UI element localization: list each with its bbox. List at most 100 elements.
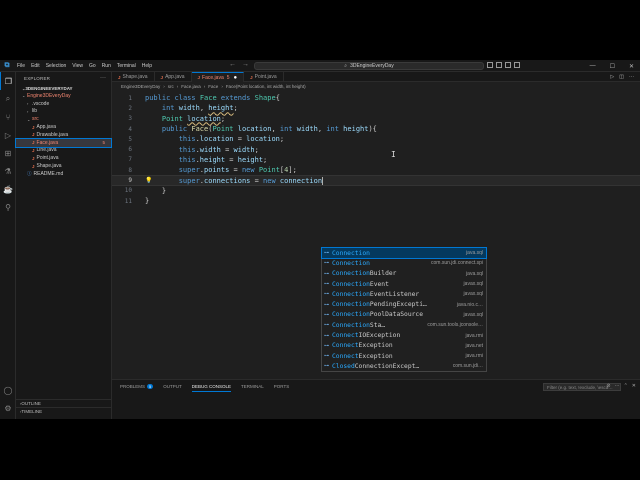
menu-view[interactable]: View (69, 63, 86, 69)
window-controls: — ☐ ✕ (590, 60, 634, 72)
testing-icon[interactable]: ⚗ (0, 162, 16, 180)
toggle-panel-icon[interactable] (496, 62, 502, 68)
menu-selection[interactable]: Selection (43, 63, 70, 69)
breadcrumb-item[interactable]: Face (208, 84, 218, 89)
timeline-section[interactable]: ›TIMELINE (16, 407, 112, 415)
account-icon[interactable]: ◯ (0, 381, 16, 399)
suggestion-item[interactable]: ⊶ ConnectException java.rmi (322, 351, 486, 361)
menu-run[interactable]: Run (99, 63, 114, 69)
close-panel-icon[interactable]: ✕ (632, 383, 636, 389)
search-icon: ⌕ (344, 63, 348, 69)
vscode-logo-icon: ⧉ (4, 61, 10, 69)
outline-section[interactable]: ›OUTLINE (16, 399, 112, 407)
tree-item[interactable]: ⓘ README.md (16, 170, 111, 178)
breadcrumb-item[interactable]: src (168, 84, 174, 89)
line-number: 11 (124, 197, 132, 205)
panel-tab-ports[interactable]: PORTS (274, 384, 289, 392)
explorer-icon[interactable]: ❐ (0, 72, 16, 90)
menu-help[interactable]: Help (139, 63, 155, 69)
suggestion-item[interactable]: ⊶ ConnectionBuilder java.sql (322, 269, 486, 279)
breadcrumb: Engine3DEveryDay › src › Face.java › Face › Face… (112, 82, 640, 91)
suggestion-match: Connect (332, 352, 359, 360)
problem-count-badge: 5 (102, 140, 105, 146)
suggestion-item[interactable]: ⊶ ConnectException java.net (322, 341, 486, 351)
search-icon[interactable]: ⌕ (0, 90, 16, 108)
suggestion-item[interactable]: ⊶ ConnectionEvent javax.sql (322, 279, 486, 289)
suggestion-package: com.sun.jdi… (452, 363, 483, 370)
tree-item[interactable]: ⌄ Engine3DEveryDay (16, 92, 111, 100)
tree-item[interactable]: J Line.java (16, 147, 111, 155)
tree-item[interactable]: J Drawable.java (16, 131, 111, 139)
tree-item-label: App.java (36, 124, 56, 131)
unsaved-dot-icon[interactable]: ● (234, 75, 238, 81)
panel-tab-terminal[interactable]: TERMINAL (241, 384, 264, 392)
tab-point-java[interactable]: J Point.java (244, 72, 284, 82)
clear-console-icon[interactable]: ⊘ (606, 383, 610, 389)
menu-go[interactable]: Go (86, 63, 99, 69)
tree-item[interactable]: J App.java (16, 123, 111, 131)
minimize-icon[interactable]: — (590, 63, 596, 69)
toggle-sidebar-icon[interactable] (487, 62, 493, 68)
suggestion-item[interactable]: ⊶ ConnectionEventListener javax.sql (322, 289, 486, 299)
panel-tab-debug-console[interactable]: DEBUG CONSOLE (191, 384, 232, 392)
breadcrumb-item[interactable]: Face.java (181, 84, 201, 89)
suggestion-item[interactable]: ⊶ Connection com.sun.jdi.connect.spi (322, 258, 486, 268)
suggestion-item[interactable]: ⊶ ClosedConnectionExcept… com.sun.jdi… (322, 361, 486, 371)
tree-item[interactable]: J Face.java 5 (15, 137, 112, 148)
line-number: 9 (128, 177, 132, 185)
suggestion-rest: PoolDataSource (369, 311, 423, 319)
tree-item[interactable]: J Point.java (16, 154, 111, 162)
suggestion-item[interactable]: ⊶ ConnectIOException java.rmi (322, 330, 486, 340)
run-icon[interactable]: ▷ (610, 74, 614, 80)
breadcrumb-separator: › (221, 84, 223, 89)
project-header[interactable]: ⌄3DENGINEEVERYDAY (16, 84, 111, 92)
panel-tab-problems[interactable]: PROBLEMS 5 (120, 384, 154, 392)
suggestion-item[interactable]: ⊶ ConnectionSta… com.sun.tools.jconsole… (322, 320, 486, 330)
suggestion-package: java.net (465, 342, 483, 349)
suggestion-package: java.rmi (465, 332, 483, 339)
customize-layout-icon[interactable] (514, 62, 520, 68)
tree-item-label: lib (32, 108, 38, 115)
problems-badge: 5 (147, 384, 154, 389)
command-center-search[interactable]: ⌕ 3DEngineEveryDay (254, 62, 484, 70)
tab-face-java[interactable]: J Face.java 5 ● (191, 72, 245, 82)
suggestion-item[interactable]: ⊶ ConnectionPoolDataSource javax.sql (322, 310, 486, 320)
menu-edit[interactable]: Edit (28, 63, 43, 69)
more-icon[interactable]: ··· (615, 383, 620, 389)
tree-item[interactable]: ⌄ src (16, 115, 111, 123)
breadcrumb-item[interactable]: Engine3DEveryDay (121, 84, 160, 89)
tree-item[interactable]: J Shape.java (16, 162, 111, 170)
tab-app-java[interactable]: J App.java (155, 72, 192, 82)
text-cursor (322, 176, 324, 185)
java-projects-icon[interactable]: ☕ (0, 180, 16, 198)
menu-file[interactable]: File (14, 63, 28, 69)
toggle-secondary-sidebar-icon[interactable] (505, 62, 511, 68)
tree-item[interactable]: › .vscode (16, 100, 111, 108)
tree-item[interactable]: › lib (16, 108, 111, 116)
extensions-icon[interactable]: ⊞ (0, 144, 16, 162)
java-file-icon: J (118, 74, 121, 80)
source-control-icon[interactable]: ⑂ (0, 108, 16, 126)
tree-item-label: Drawable.java (36, 131, 69, 138)
suggestion-item[interactable]: ⊶ ConnectionPendingExcepti… java.nio.c… (322, 299, 486, 309)
panel-tab-output[interactable]: OUTPUT (163, 384, 182, 392)
run-debug-icon[interactable]: ▷ (0, 126, 16, 144)
breadcrumb-item[interactable]: Face(Point location, int width, int heig… (226, 84, 306, 89)
maximize-panel-icon[interactable]: ⌃ (624, 383, 628, 389)
close-icon[interactable]: ✕ (629, 63, 634, 70)
code-line-current: 9 💡 super.connections = new connection (112, 175, 640, 186)
split-editor-icon[interactable]: ◫ (619, 74, 624, 80)
more-icon[interactable]: ··· (629, 74, 634, 80)
more-actions-icon[interactable]: ··· (100, 75, 106, 81)
tab-shape-java[interactable]: J Shape.java (112, 72, 155, 82)
suggestion-item[interactable]: ⊶ Connection java.sql (321, 246, 487, 260)
back-arrow-icon[interactable]: ← (229, 61, 236, 68)
editor-tabs: J Shape.java J App.java J Face.java 5 ● J Point.j… (112, 72, 640, 82)
maximize-icon[interactable]: ☐ (610, 63, 615, 70)
forward-arrow-icon[interactable]: → (242, 61, 249, 68)
tree-item-label: Point.java (36, 155, 59, 162)
autocomplete-suggestions[interactable]: ⊶ Connection java.sql ⊶ Connection com.sun.jd… (321, 246, 487, 372)
menu-terminal[interactable]: Terminal (114, 63, 139, 69)
flask-icon[interactable]: ⚲ (0, 198, 16, 216)
manage-gear-icon[interactable]: ⚙ (0, 399, 16, 417)
